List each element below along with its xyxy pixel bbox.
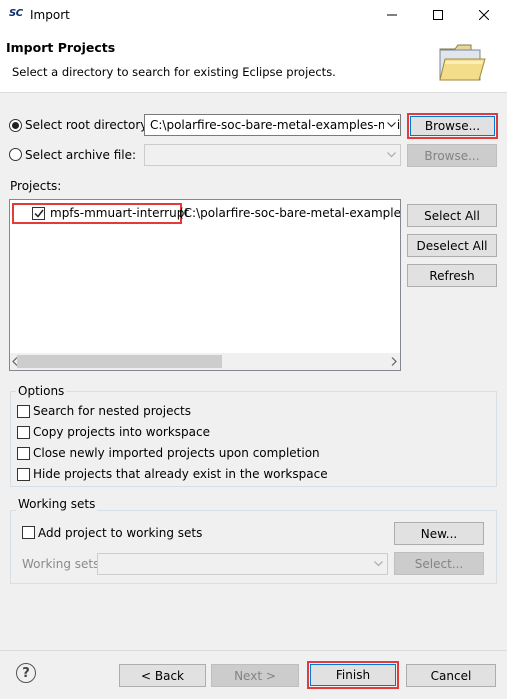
add-to-working-sets-checkbox[interactable] [22, 526, 35, 539]
add-to-working-sets-label: Add project to working sets [38, 526, 203, 540]
archive-file-radio[interactable] [9, 148, 22, 161]
refresh-button[interactable]: Refresh [407, 264, 497, 287]
root-directory-combo[interactable]: C:\polarfire-soc-bare-metal-examples-mai… [144, 114, 401, 136]
window-title: Import [30, 8, 70, 22]
deselect-all-button[interactable]: Deselect All [407, 234, 497, 257]
copy-projects-label: Copy projects into workspace [33, 425, 211, 439]
folder-icon [439, 44, 486, 81]
minimize-icon [387, 14, 397, 16]
copy-projects-checkbox[interactable] [17, 426, 30, 439]
scroll-right-icon[interactable] [391, 357, 397, 366]
archive-file-label: Select archive file: [25, 148, 137, 162]
select-working-sets-button[interactable]: Select... [394, 552, 484, 575]
chevron-down-icon[interactable] [371, 557, 385, 571]
archive-file-combo[interactable] [144, 144, 401, 166]
search-nested-label: Search for nested projects [33, 404, 192, 418]
page-title: Import Projects [6, 40, 116, 55]
root-directory-radio[interactable] [9, 119, 22, 132]
select-all-button[interactable]: Select All [407, 204, 497, 227]
close-icon [479, 10, 489, 20]
projects-label: Projects: [10, 179, 62, 193]
back-button[interactable]: < Back [119, 664, 206, 687]
next-button[interactable]: Next > [211, 664, 299, 687]
checkmark-icon [33, 209, 44, 218]
hide-existing-checkbox[interactable] [17, 468, 30, 481]
list-item[interactable]: mpfs-mmuart-interrupt (C:\polarfire-soc-… [12, 203, 400, 224]
close-imported-checkbox[interactable] [17, 447, 30, 460]
title-bar: SC Import [0, 0, 507, 30]
browse-button[interactable]: Browse... [410, 116, 495, 136]
cancel-button[interactable]: Cancel [406, 664, 496, 687]
options-title: Options [16, 384, 67, 398]
working-sets-label: Working sets: [22, 557, 104, 571]
minimize-button[interactable] [369, 0, 415, 30]
new-working-set-button[interactable]: New... [394, 522, 484, 545]
scrollbar-thumb[interactable] [17, 355, 222, 368]
close-imported-label: Close newly imported projects upon compl… [33, 446, 320, 460]
close-button[interactable] [461, 0, 507, 30]
finish-button[interactable]: Finish [310, 664, 396, 686]
project-path: (C:\polarfire-soc-bare-metal-examples-ma… [179, 206, 400, 220]
working-sets-combo[interactable] [97, 553, 388, 575]
hide-existing-label: Hide projects that already exist in the … [33, 467, 328, 481]
wizard-header: Import Projects Select a directory to se… [0, 30, 507, 93]
footer-separator [0, 650, 507, 651]
browse-archive-button[interactable]: Browse... [407, 144, 497, 167]
root-directory-label: Select root directory: [25, 118, 151, 132]
working-sets-title: Working sets [16, 497, 98, 511]
maximize-icon [433, 10, 443, 20]
project-name: mpfs-mmuart-interrupt [50, 206, 190, 220]
app-logo-icon: SC [9, 8, 23, 19]
project-checkbox[interactable] [32, 207, 45, 220]
maximize-button[interactable] [415, 0, 461, 30]
chevron-down-icon[interactable] [384, 118, 398, 132]
chevron-down-icon[interactable] [384, 148, 398, 162]
root-directory-value: C:\polarfire-soc-bare-metal-examples-mai… [150, 118, 401, 132]
page-description: Select a directory to search for existin… [12, 65, 336, 79]
help-icon[interactable]: ? [16, 663, 36, 683]
projects-list[interactable] [9, 199, 401, 371]
search-nested-checkbox[interactable] [17, 405, 30, 418]
